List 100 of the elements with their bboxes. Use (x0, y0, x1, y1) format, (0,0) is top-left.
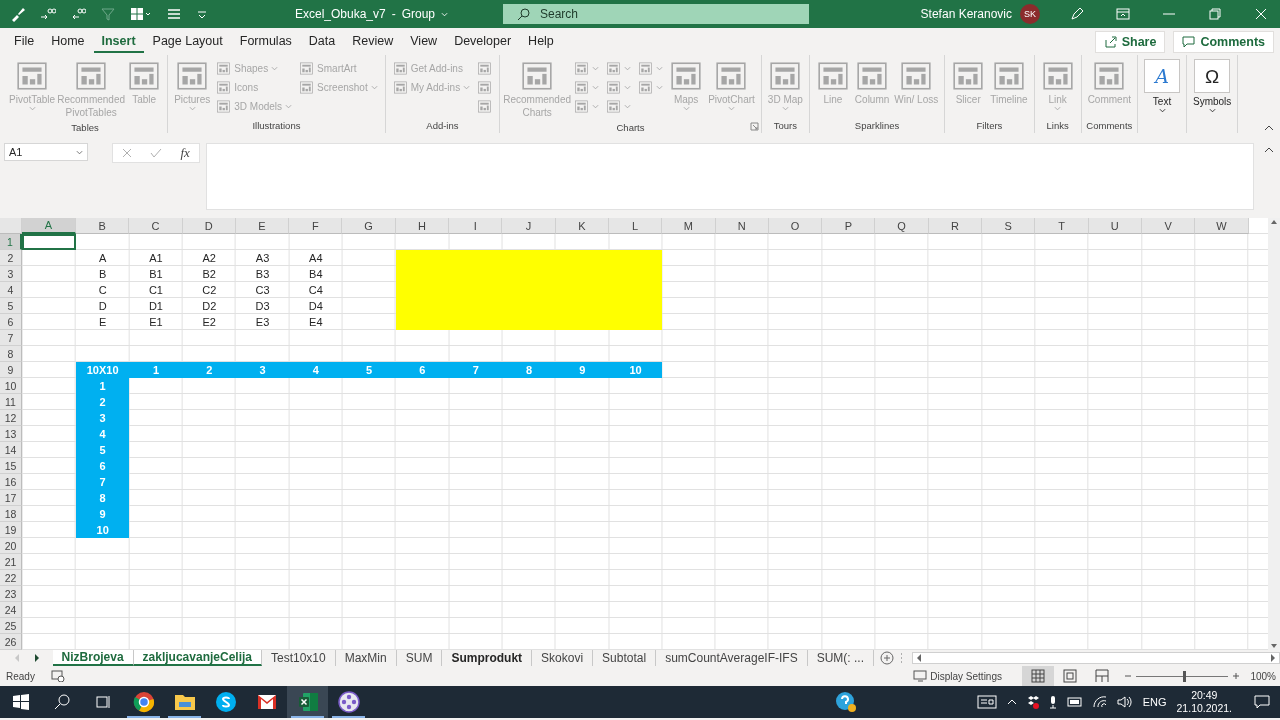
name-box[interactable]: A1 (4, 143, 88, 161)
menu-tab[interactable]: Page Layout (144, 30, 231, 53)
letter-heading[interactable]: D (182, 218, 236, 234)
row-number[interactable]: 18 (0, 506, 22, 522)
row-number[interactable]: 14 (0, 442, 22, 458)
check-icon[interactable] (150, 148, 163, 158)
row-number[interactable]: 4 (0, 282, 22, 298)
insert-function-button[interactable]: fx (180, 145, 190, 161)
row-number[interactable]: 13 (0, 426, 22, 442)
row-number[interactable]: 22 (0, 570, 22, 586)
slider-thumb[interactable] (1182, 670, 1186, 682)
menu-tab[interactable]: Home (43, 30, 93, 53)
row-number[interactable]: 15 (0, 458, 22, 474)
align-icon[interactable] (166, 6, 182, 22)
decimal-increase-icon[interactable] (40, 6, 56, 22)
scroll-left-icon[interactable] (916, 654, 923, 662)
letter-heading[interactable]: V (1141, 218, 1196, 234)
letter-heading[interactable]: G (342, 218, 396, 234)
letter-heading[interactable]: U (1088, 218, 1142, 234)
notification-icon[interactable] (1254, 695, 1270, 709)
formula-input[interactable] (206, 143, 1254, 210)
next-sheet-icon[interactable] (34, 654, 40, 662)
row-number[interactable]: 12 (0, 410, 22, 426)
decimal-decrease-icon[interactable] (70, 6, 86, 22)
row-number[interactable]: 1 (0, 234, 22, 250)
comments-button[interactable]: Comments (1173, 30, 1274, 53)
letter-heading[interactable]: B (76, 218, 130, 234)
row-number[interactable]: 17 (0, 490, 22, 506)
letter-heading[interactable]: F (289, 218, 343, 234)
workbook-mode[interactable]: Group (401, 7, 436, 21)
sheet-tab[interactable]: NizBrojeva (52, 650, 134, 666)
clock[interactable]: 20:49 21.10.2021. (1176, 689, 1232, 715)
horizontal-scrollbar[interactable] (912, 652, 1280, 664)
letter-heading[interactable]: I (449, 218, 503, 234)
collapse-icon[interactable] (1264, 125, 1274, 131)
letter-heading[interactable]: J (502, 218, 556, 234)
menu-tab[interactable]: Developer (446, 30, 520, 53)
menu-tab[interactable]: Insert (93, 30, 144, 53)
letter-heading[interactable]: O (768, 218, 823, 234)
row-number[interactable]: 21 (0, 554, 22, 570)
language-indicator[interactable]: ENG (1142, 696, 1167, 708)
speaker-icon[interactable] (1116, 696, 1133, 708)
borders-icon[interactable] (130, 6, 152, 22)
scroll-up-icon[interactable] (1270, 218, 1278, 226)
letter-heading[interactable]: L (608, 218, 663, 234)
menu-tab[interactable]: Review (344, 30, 402, 53)
letter-heading[interactable]: P (822, 218, 876, 234)
row-number[interactable]: 16 (0, 474, 22, 490)
letter-heading[interactable]: M (662, 218, 716, 234)
row-number[interactable]: 3 (0, 266, 22, 282)
letter-heading[interactable]: H (395, 218, 450, 234)
letter-heading[interactable]: A (22, 218, 76, 234)
letter-heading[interactable]: C (129, 218, 183, 234)
menu-tab[interactable]: File (6, 30, 43, 53)
menu-tab[interactable]: Formulas (231, 30, 300, 53)
row-number[interactable]: 2 (0, 250, 22, 266)
cancel-icon[interactable] (122, 148, 133, 158)
scroll-right-icon[interactable] (1270, 654, 1276, 662)
row-number[interactable]: 10 (0, 378, 22, 394)
chevron-up-icon[interactable] (1006, 699, 1017, 705)
macro-record-icon[interactable] (50, 670, 65, 682)
menu-tab[interactable]: View (402, 30, 446, 53)
row-number[interactable]: 19 (0, 522, 22, 538)
expand-icon[interactable] (1264, 147, 1274, 153)
plus-icon[interactable] (1232, 672, 1240, 680)
news-icon[interactable] (976, 695, 997, 709)
selected-cell[interactable] (22, 234, 76, 250)
battery-icon[interactable] (1066, 697, 1083, 707)
letter-heading[interactable]: W (1195, 218, 1249, 234)
dialog-launcher-icon[interactable] (749, 122, 759, 131)
brush-icon[interactable] (10, 6, 26, 22)
zoom-level[interactable]: 100% (1240, 670, 1280, 682)
letter-heading[interactable]: N (715, 218, 769, 234)
menu-tab[interactable]: Help (520, 30, 562, 53)
row-number[interactable]: 6 (0, 314, 22, 330)
sheet-tab[interactable]: zakljucavanjeCelija (133, 650, 262, 666)
dropbox-icon[interactable] (1026, 695, 1039, 709)
row-number[interactable]: 20 (0, 538, 22, 554)
microphone-icon[interactable] (1048, 695, 1057, 709)
row-number[interactable]: 7 (0, 330, 22, 346)
row-number[interactable]: 8 (0, 346, 22, 362)
view-button[interactable] (1022, 666, 1054, 686)
letter-heading[interactable]: K (555, 218, 609, 234)
row-number[interactable]: 23 (0, 586, 22, 602)
letter-heading[interactable]: Q (875, 218, 929, 234)
letter-heading[interactable]: E (235, 218, 290, 234)
letter-heading[interactable]: T (1035, 218, 1089, 234)
minus-icon[interactable] (1124, 672, 1132, 680)
row-number[interactable]: 26 (0, 634, 22, 650)
search-field[interactable]: Search (503, 4, 809, 24)
letter-heading[interactable]: S (982, 218, 1036, 234)
row-number[interactable]: 25 (0, 618, 22, 634)
avatar[interactable]: SK (1020, 4, 1040, 24)
share-button[interactable]: Share (1094, 30, 1166, 53)
row-number[interactable]: 24 (0, 602, 22, 618)
wifi-icon[interactable] (1092, 696, 1107, 708)
menu-tab[interactable]: Data (300, 30, 344, 53)
ribbon-button[interactable]: A Text (1142, 57, 1182, 115)
display-settings-button[interactable]: Display Settings (907, 669, 1008, 683)
row-number[interactable]: 5 (0, 298, 22, 314)
